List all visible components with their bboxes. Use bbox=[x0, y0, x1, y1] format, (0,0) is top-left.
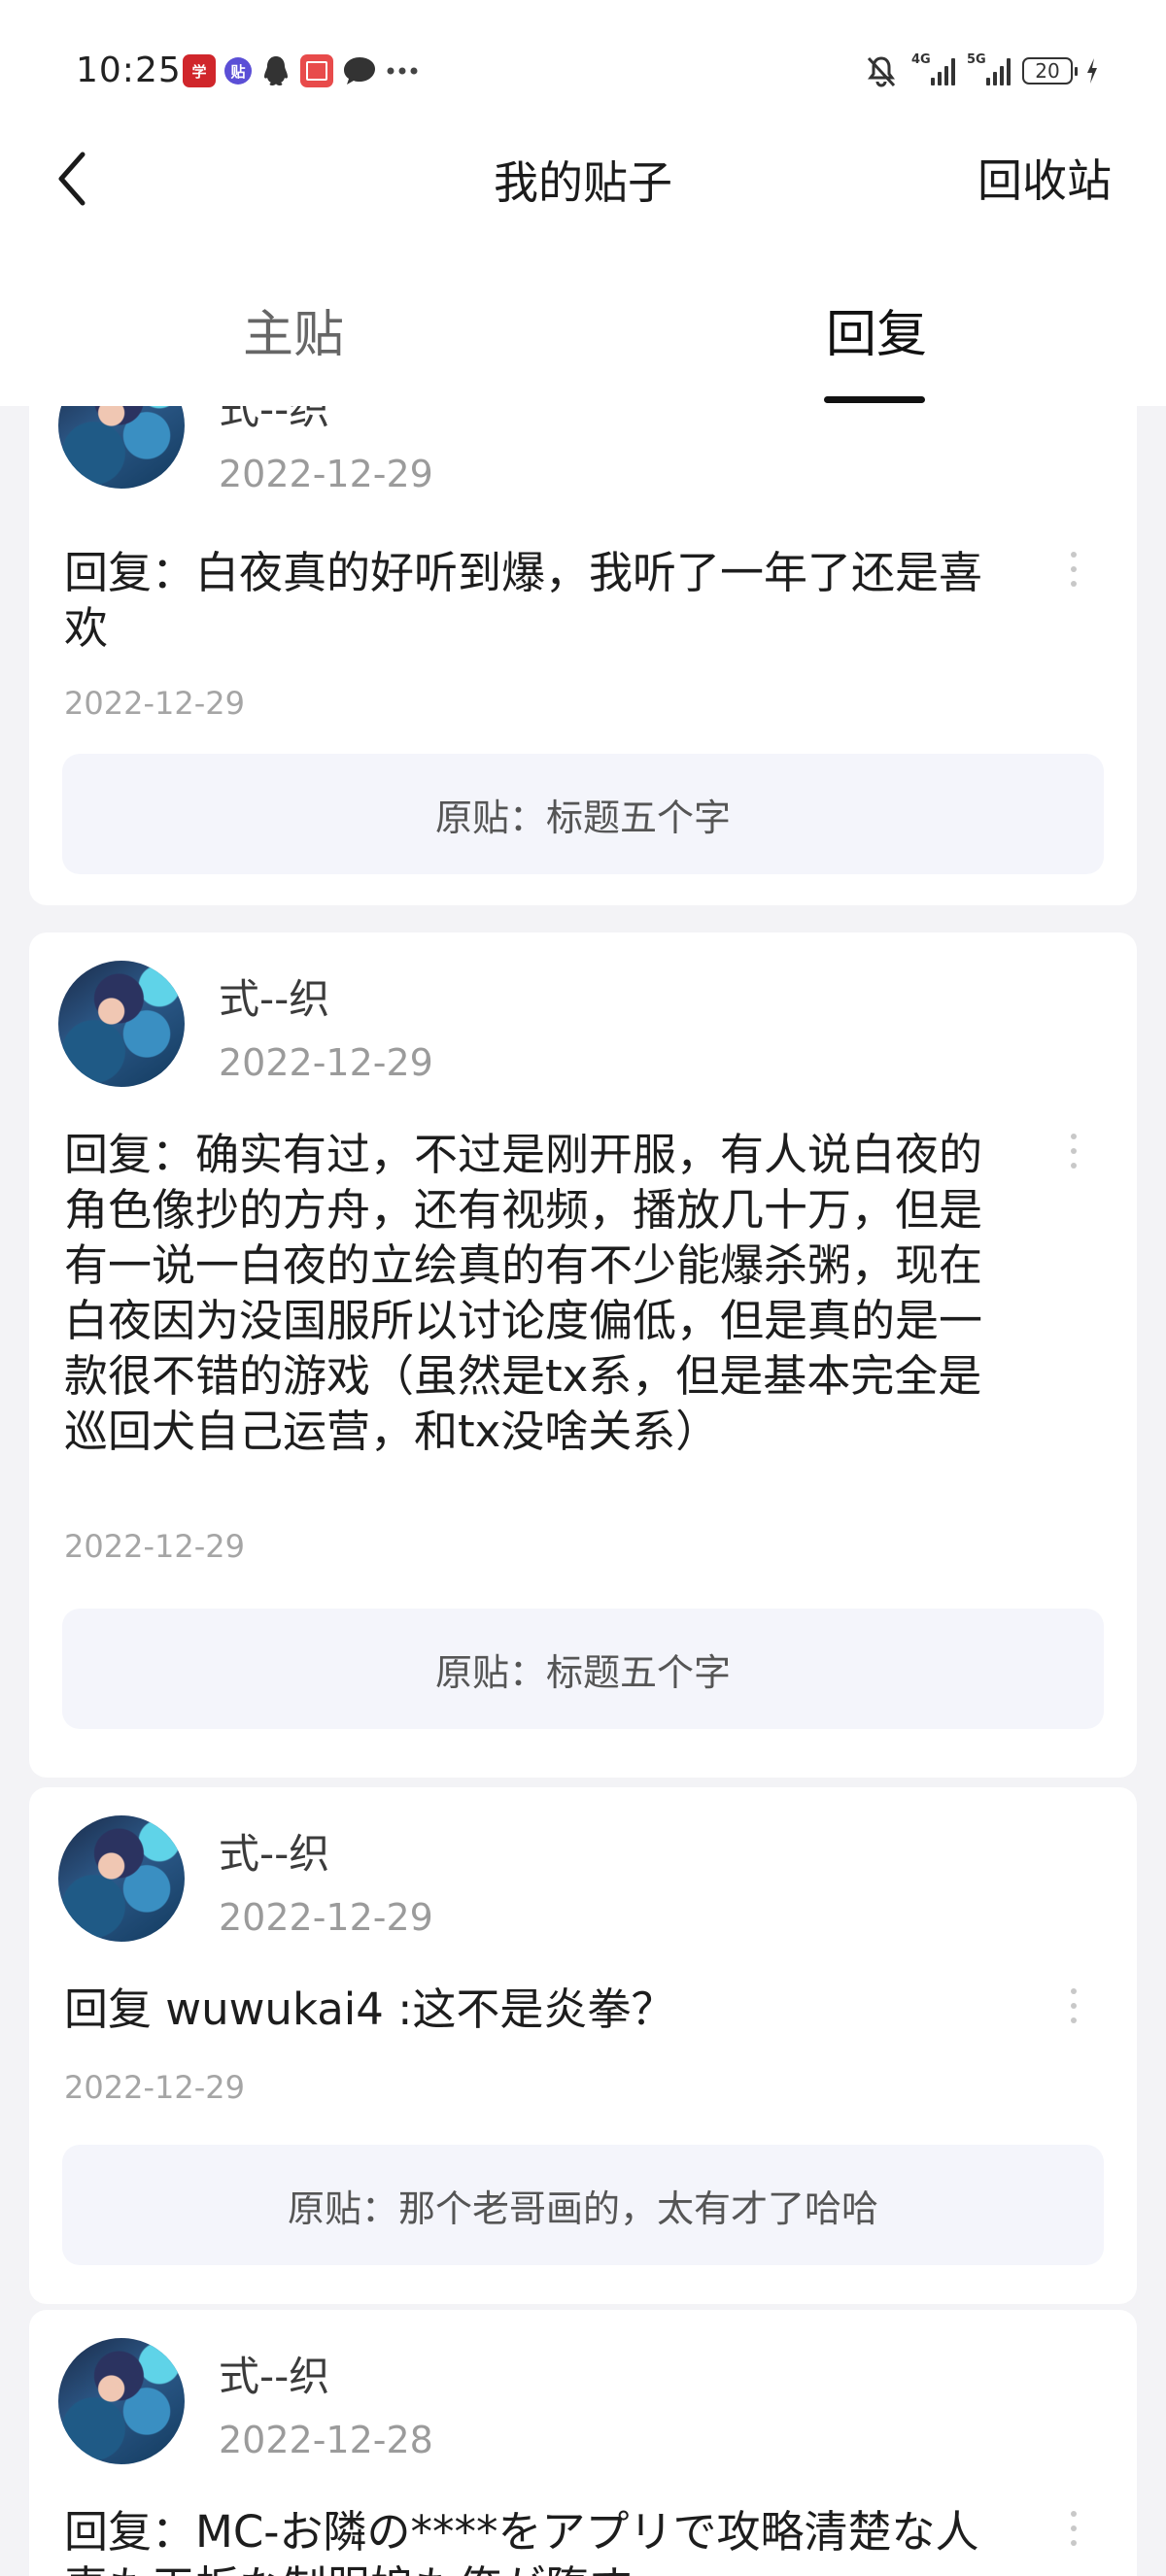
more-options-icon[interactable] bbox=[1049, 1977, 1098, 2035]
avatar[interactable] bbox=[58, 406, 185, 489]
original-post-link[interactable]: 原贴：标题五个字 bbox=[62, 754, 1104, 874]
avatar-image bbox=[58, 406, 185, 489]
reply-content[interactable]: 回复：MC-お隣の****をアプリで攻略清楚な人妻も天板な制服娘も俺が堕す bbox=[64, 2504, 982, 2576]
tab-main-posts[interactable]: 主贴 bbox=[243, 293, 344, 366]
status-time: 10:25 bbox=[76, 51, 182, 90]
post-date: 2022-12-29 bbox=[219, 453, 433, 495]
avatar[interactable] bbox=[58, 2338, 185, 2464]
author-name[interactable]: 式--织 bbox=[219, 1821, 329, 1881]
reply-content[interactable]: 回复：确实有过，不过是刚开服，有人说白夜的角色像抄的方舟，还有视频，播放几十万，… bbox=[64, 1127, 982, 1459]
post-date: 2022-12-29 bbox=[219, 1041, 433, 1084]
author-name[interactable]: 式--织 bbox=[219, 406, 329, 436]
reply-date: 2022-12-29 bbox=[64, 685, 245, 722]
qq-icon bbox=[264, 56, 288, 85]
reply-card[interactable]: 式--织 2022-12-29 回复 wuwukai4 :这不是炎拳？ 2022… bbox=[29, 1787, 1137, 2304]
avatar[interactable] bbox=[58, 961, 185, 1087]
back-button[interactable] bbox=[49, 141, 97, 219]
status-right-icons: 4G 5G 20 bbox=[863, 52, 1100, 89]
more-options-icon[interactable] bbox=[1049, 2499, 1098, 2558]
reply-date: 2022-12-29 bbox=[64, 2069, 245, 2106]
red-book-icon bbox=[300, 54, 333, 87]
tieba-app-icon: 贴 bbox=[224, 57, 252, 85]
original-post-link[interactable]: 原贴：那个老哥画的，太有才了哈哈 bbox=[62, 2145, 1104, 2265]
network-type-label: 4G bbox=[911, 52, 931, 67]
reply-content[interactable]: 回复 wuwukai4 :这不是炎拳？ bbox=[64, 1982, 982, 2037]
reply-card[interactable]: 式--织 2022-12-28 回复：MC-お隣の****をアプリで攻略清楚な人… bbox=[29, 2310, 1137, 2576]
signal-5g-icon: 5G bbox=[967, 52, 1011, 85]
chat-bubble-icon bbox=[344, 57, 375, 85]
tab-replies[interactable]: 回复 bbox=[826, 293, 927, 366]
reply-card[interactable]: 式--织 2022-12-29 回复：白夜真的好听到爆，我听了一年了还是喜欢 2… bbox=[29, 406, 1137, 905]
author-name[interactable]: 式--织 bbox=[219, 2344, 329, 2403]
avatar-image bbox=[58, 2338, 185, 2464]
bell-muted-icon bbox=[867, 56, 896, 87]
author-name[interactable]: 式--织 bbox=[219, 966, 329, 1026]
more-notifications-icon bbox=[387, 67, 418, 75]
status-bar: 10:25 学 贴 4G 5G 20 bbox=[0, 0, 1166, 146]
active-tab-indicator bbox=[824, 396, 925, 403]
signal-4g-icon: 4G bbox=[911, 52, 955, 85]
charging-icon bbox=[1087, 58, 1097, 84]
avatar[interactable] bbox=[58, 1815, 185, 1942]
reply-card[interactable]: 式--织 2022-12-29 回复：确实有过，不过是刚开服，有人说白夜的角色像… bbox=[29, 932, 1137, 1778]
xuexi-app-icon: 学 bbox=[183, 54, 216, 87]
status-notification-icons: 学 贴 bbox=[183, 54, 419, 87]
more-options-icon[interactable] bbox=[1049, 540, 1098, 598]
post-date: 2022-12-29 bbox=[219, 1896, 433, 1939]
post-date: 2022-12-28 bbox=[219, 2419, 433, 2461]
recycle-bin-button[interactable]: 回收站 bbox=[977, 146, 1112, 210]
avatar-image bbox=[58, 961, 185, 1087]
reply-date: 2022-12-29 bbox=[64, 1528, 245, 1565]
reply-content[interactable]: 回复：白夜真的好听到爆，我听了一年了还是喜欢 bbox=[64, 545, 982, 656]
chevron-left-icon bbox=[58, 152, 86, 205]
more-options-icon[interactable] bbox=[1049, 1122, 1098, 1180]
avatar-image bbox=[58, 1815, 185, 1942]
original-post-link[interactable]: 原贴：标题五个字 bbox=[62, 1609, 1104, 1729]
reply-feed[interactable]: 式--织 2022-12-29 回复：白夜真的好听到爆，我听了一年了还是喜欢 2… bbox=[0, 406, 1166, 2576]
battery-icon: 20 bbox=[1022, 57, 1078, 85]
network-type-label: 5G bbox=[967, 52, 986, 67]
